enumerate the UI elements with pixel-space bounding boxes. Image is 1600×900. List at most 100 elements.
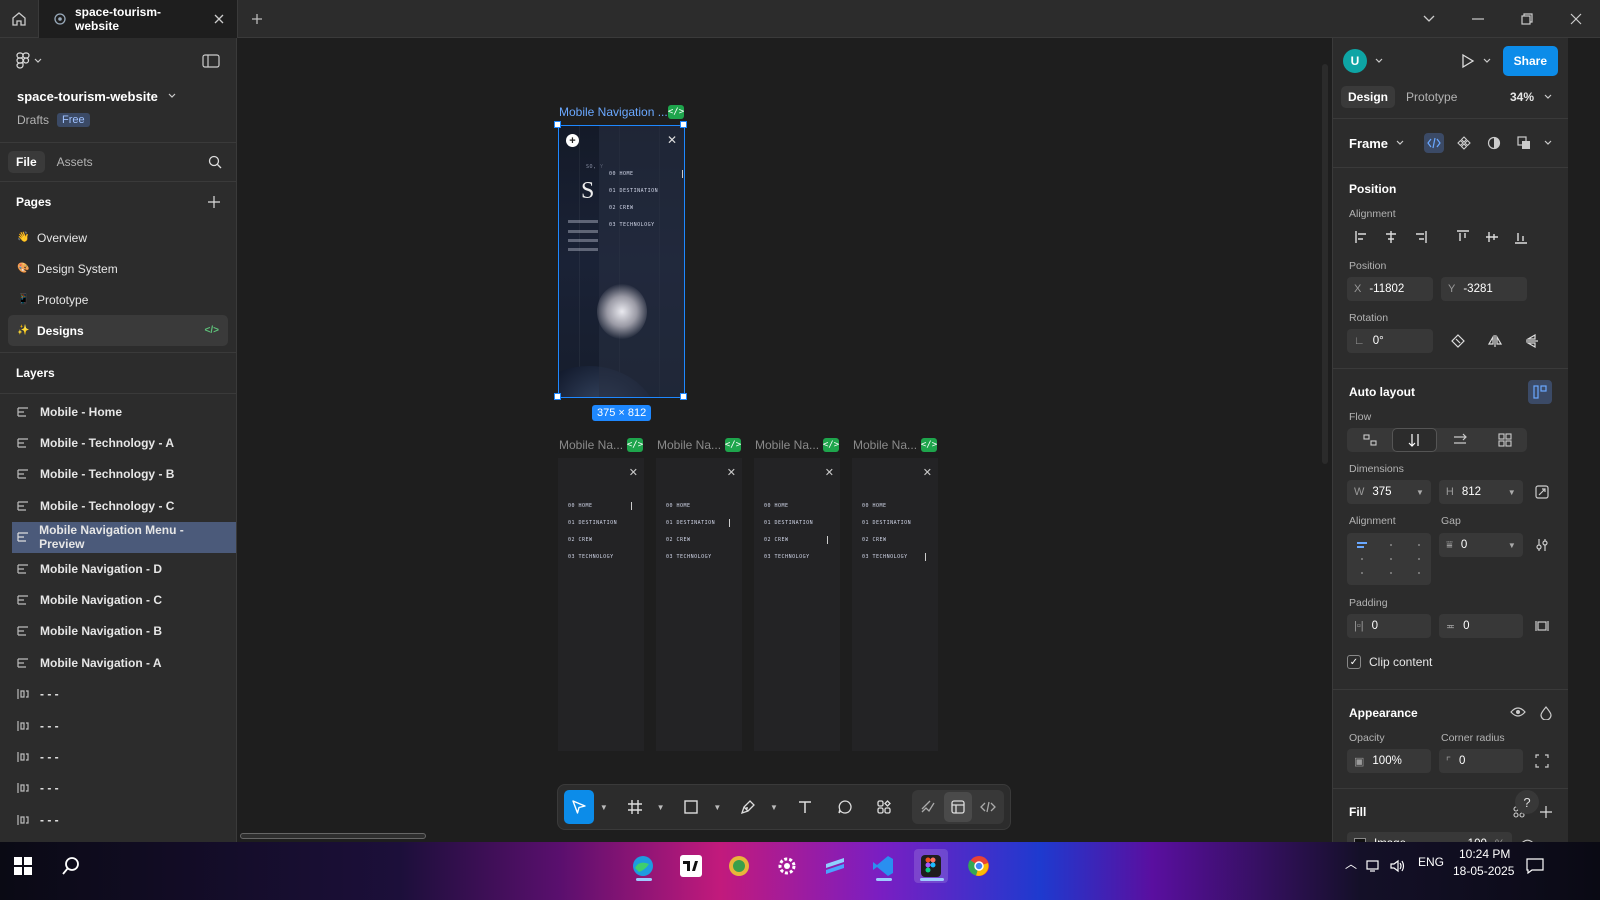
volume-icon[interactable] — [1386, 849, 1410, 883]
shape-tool-dropdown[interactable]: ▼ — [709, 790, 722, 824]
boolean-button[interactable] — [1514, 133, 1534, 153]
shape-tool-button[interactable] — [676, 790, 708, 824]
chevron-down-icon[interactable] — [1544, 94, 1552, 100]
layer-item[interactable]: Mobile - Home — [0, 396, 236, 427]
chevron-down-icon[interactable] — [1483, 58, 1491, 64]
restore-button[interactable] — [1502, 0, 1551, 38]
resize-handle[interactable] — [680, 393, 687, 400]
frame-label[interactable]: Mobile Na... — [559, 438, 623, 452]
chrome-taskbar-icon[interactable] — [962, 849, 996, 883]
add-fill-icon[interactable] — [1540, 806, 1552, 818]
files-taskbar-icon[interactable] — [818, 849, 852, 883]
resize-handle[interactable] — [554, 393, 561, 400]
layer-item[interactable]: Mobile Navigation - B — [0, 616, 236, 647]
notifications-button[interactable] — [1518, 849, 1552, 883]
pen-tool-button[interactable] — [732, 790, 764, 824]
align-left-button[interactable] — [1347, 225, 1376, 249]
rotation-field[interactable]: ∟ 0° — [1347, 329, 1433, 353]
layer-item[interactable]: Mobile Navigation - C — [0, 584, 236, 615]
page-item-overview[interactable]: 👋 Overview — [8, 222, 228, 253]
tab-design[interactable]: Design — [1341, 86, 1396, 108]
layer-item[interactable]: - - - — [0, 773, 236, 804]
zoom-level[interactable]: 34% — [1510, 90, 1540, 104]
text-tool-button[interactable] — [789, 790, 821, 824]
minimize-button[interactable] — [1453, 0, 1502, 38]
height-field[interactable]: H 812 ▼ — [1438, 480, 1523, 504]
money-app-taskbar-icon[interactable] — [722, 849, 756, 883]
tab-file[interactable]: File — [8, 151, 45, 173]
mask-button[interactable] — [1484, 133, 1504, 153]
frame-tool-dropdown[interactable]: ▼ — [653, 790, 666, 824]
flow-horizontal-button[interactable] — [1437, 428, 1482, 452]
toggle-sidebar-icon[interactable] — [202, 54, 220, 68]
start-button[interactable] — [6, 849, 40, 883]
mobile-navigation-b-frame[interactable]: ✕ 00 HOME 01 DESTINATION 02 CREW 03 TECH… — [754, 458, 840, 751]
vertical-scrollbar[interactable] — [1322, 64, 1328, 464]
align-center-button[interactable] — [1376, 225, 1405, 249]
actions-button[interactable] — [868, 790, 900, 824]
padding-vertical-field[interactable]: ≖ 0 — [1438, 614, 1523, 638]
mobile-navigation-d-frame[interactable]: ✕ 00 HOME 01 DESTINATION 02 CREW 03 TECH… — [558, 458, 644, 751]
draw-mode-button[interactable] — [914, 792, 942, 822]
flip-vertical-button[interactable] — [1517, 329, 1546, 353]
width-field[interactable]: W 375 ▼ — [1347, 480, 1431, 504]
move-tool-dropdown[interactable]: ▼ — [596, 790, 609, 824]
align-top-button[interactable] — [1448, 225, 1477, 249]
flip-horizontal-button[interactable] — [1480, 329, 1509, 353]
independent-corners-button[interactable] — [1531, 749, 1554, 773]
frame-type-label[interactable]: Frame — [1349, 136, 1388, 151]
main-menu-button[interactable] — [16, 52, 42, 70]
frame-label[interactable]: Mobile Na... — [853, 438, 917, 452]
network-icon[interactable] — [1362, 849, 1386, 883]
opacity-field[interactable]: ▣ 100% — [1347, 749, 1431, 773]
mobile-navigation-a-frame[interactable]: ✕ 00 HOME 01 DESTINATION 02 CREW 03 TECH… — [852, 458, 938, 751]
tab-assets[interactable]: Assets — [49, 151, 101, 173]
layer-item[interactable]: - - - — [0, 710, 236, 741]
horizontal-scrollbar[interactable] — [240, 833, 426, 839]
home-button[interactable] — [0, 0, 38, 38]
rotate-button[interactable] — [1443, 329, 1472, 353]
mobile-navigation-c-frame[interactable]: ✕ 00 HOME 01 DESTINATION 02 CREW 03 TECH… — [656, 458, 742, 751]
language-indicator[interactable]: ENG — [1418, 855, 1444, 869]
page-item-prototype[interactable]: 📱 Prototype — [8, 284, 228, 315]
drafts-label[interactable]: Drafts — [17, 113, 49, 127]
alignment-grid[interactable] — [1347, 533, 1432, 585]
tray-overflow-icon[interactable]: ︿ — [1345, 855, 1357, 872]
tabs-dropdown-button[interactable] — [1404, 0, 1453, 38]
main-frame-label[interactable]: Mobile Navigation ... — [559, 105, 668, 119]
design-mode-button[interactable] — [944, 792, 973, 822]
dev-resource-button[interactable] — [1424, 133, 1444, 153]
chevron-down-icon[interactable] — [1396, 140, 1404, 146]
y-field[interactable]: Y -3281 — [1441, 277, 1527, 301]
align-middle-button[interactable] — [1477, 225, 1506, 249]
clip-content-checkbox[interactable]: ✓ — [1347, 655, 1361, 669]
search-icon[interactable] — [208, 155, 222, 169]
dev-mode-button[interactable] — [974, 792, 1002, 822]
flow-wrap-button[interactable] — [1482, 428, 1527, 452]
page-item-designs[interactable]: ✨ Designs </> — [8, 315, 228, 346]
gap-field[interactable]: ⩸ 0 ▼ — [1439, 533, 1523, 557]
share-button[interactable]: Share — [1502, 46, 1558, 76]
create-component-button[interactable] — [1454, 133, 1474, 153]
chevron-down-icon[interactable] — [1544, 140, 1552, 146]
tab-prototype[interactable]: Prototype — [1399, 86, 1464, 108]
close-window-button[interactable] — [1551, 0, 1600, 38]
flow-vertical-button[interactable] — [1392, 428, 1437, 452]
play-icon[interactable] — [1461, 53, 1475, 69]
frame-label[interactable]: Mobile Na... — [657, 438, 721, 452]
resize-handle[interactable] — [680, 121, 687, 128]
new-tab-button[interactable] — [238, 0, 276, 38]
flow-freeform-button[interactable] — [1347, 428, 1392, 452]
layer-item-selected[interactable]: Mobile Navigation Menu - Preview — [12, 521, 236, 553]
tradingview-taskbar-icon[interactable] — [674, 849, 708, 883]
align-bottom-button[interactable] — [1506, 225, 1535, 249]
blend-mode-icon[interactable] — [1540, 706, 1552, 720]
corner-radius-field[interactable]: ⌜ 0 — [1438, 749, 1523, 773]
x-field[interactable]: X -11802 — [1347, 277, 1433, 301]
frame-tool-button[interactable] — [619, 790, 651, 824]
layer-item[interactable]: Mobile Navigation - A — [0, 647, 236, 678]
clock-time[interactable]: 10:24 PM — [1459, 847, 1510, 861]
eye-icon[interactable] — [1510, 706, 1526, 718]
chevron-down-icon[interactable] — [1375, 58, 1383, 64]
padding-horizontal-field[interactable]: |▫| 0 — [1347, 614, 1431, 638]
